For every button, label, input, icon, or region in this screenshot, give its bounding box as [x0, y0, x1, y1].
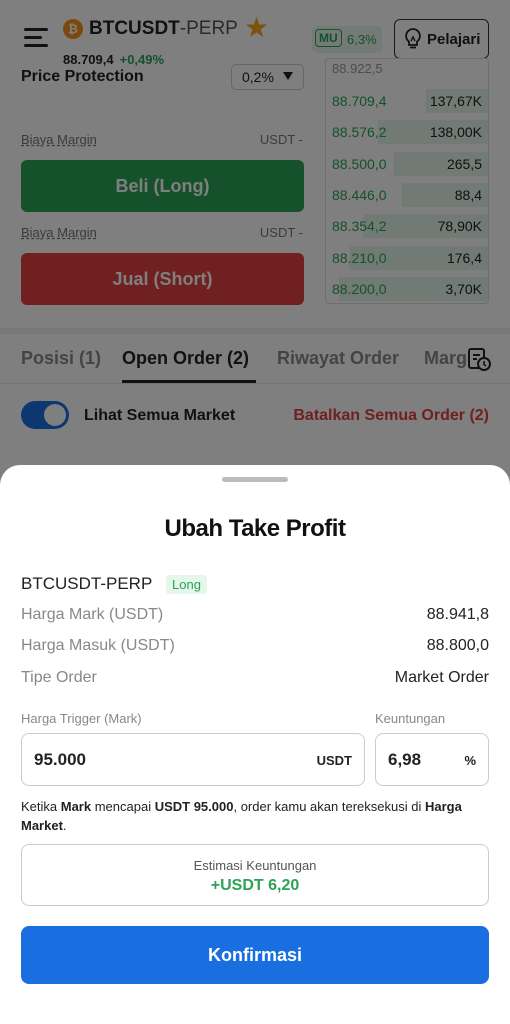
profit-percent-value: 6,98: [388, 750, 422, 769]
profit-label: Keuntungan: [375, 711, 446, 726]
mark-price-value: 88.941,8: [426, 606, 489, 623]
note-text: , order kamu akan tereksekusi di: [233, 799, 425, 814]
order-type-label: Tipe Order: [21, 669, 97, 686]
note-text: .: [62, 818, 67, 833]
note-text: mencapai: [91, 799, 155, 814]
trigger-price-label: Harga Trigger (Mark): [21, 711, 142, 726]
confirm-button[interactable]: Konfirmasi: [21, 926, 489, 984]
sheet-title: Ubah Take Profit: [164, 515, 346, 542]
entry-price-value: 88.800,0: [426, 637, 489, 654]
execution-note: Ketika Mark mencapai USDT 95.000, order …: [21, 797, 491, 835]
note-text: Ketika: [21, 799, 61, 814]
note-price: USDT 95.000: [154, 799, 234, 814]
profit-percent-unit: %: [464, 753, 476, 768]
mark-price-label: Harga Mark (USDT): [21, 606, 164, 623]
profit-percent-input[interactable]: 6,98 %: [375, 733, 489, 786]
edit-take-profit-sheet: Ubah Take Profit BTCUSDT-PERP Long Harga…: [0, 465, 510, 1024]
estimated-profit-value: +USDT 6,20: [210, 877, 300, 894]
estimated-profit-label: Estimasi Keuntungan: [193, 858, 317, 873]
trigger-price-unit: USDT: [316, 753, 352, 768]
trigger-price-input[interactable]: 95.000 USDT: [21, 733, 365, 786]
order-type-value: Market Order: [394, 669, 489, 686]
entry-price-label: Harga Masuk (USDT): [21, 637, 175, 654]
position-symbol: BTCUSDT-PERP: [21, 574, 153, 593]
sheet-drag-handle[interactable]: [222, 477, 288, 482]
note-mark: Mark: [60, 799, 92, 814]
side-badge: Long: [166, 575, 207, 594]
trigger-price-value: 95.000: [34, 750, 86, 769]
estimated-profit-box: Estimasi Keuntungan +USDT 6,20: [21, 844, 489, 906]
